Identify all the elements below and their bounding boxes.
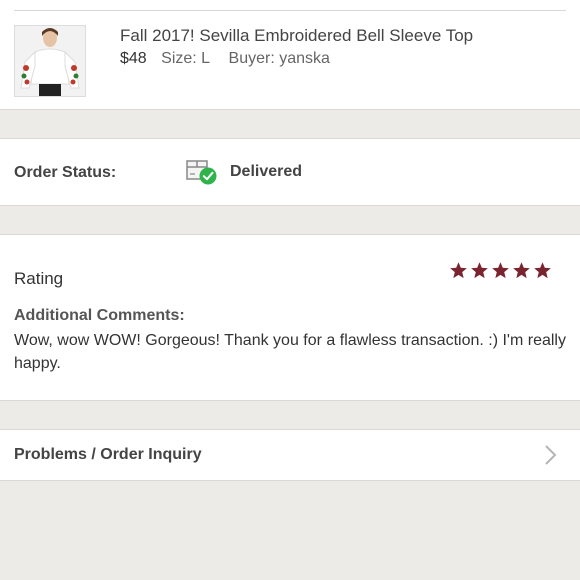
comments-label: Additional Comments: [14, 307, 185, 324]
box-check-icon [185, 156, 219, 186]
star-icon [450, 262, 467, 279]
rating-card: Rating Additional Comments: Wow, wow WOW… [0, 234, 580, 401]
divider [14, 10, 566, 11]
star-icon [492, 262, 509, 279]
order-status-label: Order Status: [14, 164, 117, 181]
problems-inquiry-row[interactable]: Problems / Order Inquiry [0, 429, 580, 481]
rating-label: Rating [14, 269, 64, 288]
item-card[interactable]: Fall 2017! Sevilla Embroidered Bell Slee… [0, 0, 580, 110]
item-thumbnail[interactable] [14, 25, 86, 97]
item-price: $48 [120, 50, 147, 67]
order-status-value: Delivered [230, 163, 303, 180]
item-buyer: Buyer: yanska [228, 50, 330, 67]
item-title[interactable]: Fall 2017! Sevilla Embroidered Bell Slee… [120, 26, 473, 46]
item-meta: $48 Size: L Buyer: yanska [120, 50, 330, 68]
star-icon [471, 262, 488, 279]
star-icon [513, 262, 530, 279]
item-size: Size: L [161, 50, 211, 67]
star-rating [449, 261, 552, 280]
order-status-card: Order Status: Delivered [0, 138, 580, 206]
star-icon [534, 262, 551, 279]
comments-text: Wow, wow WOW! Gorgeous! Thank you for a … [14, 332, 566, 372]
order-detail-page: Fall 2017! Sevilla Embroidered Bell Slee… [0, 0, 580, 580]
chevron-right-icon [544, 444, 558, 466]
problems-inquiry-label: Problems / Order Inquiry [14, 446, 202, 463]
